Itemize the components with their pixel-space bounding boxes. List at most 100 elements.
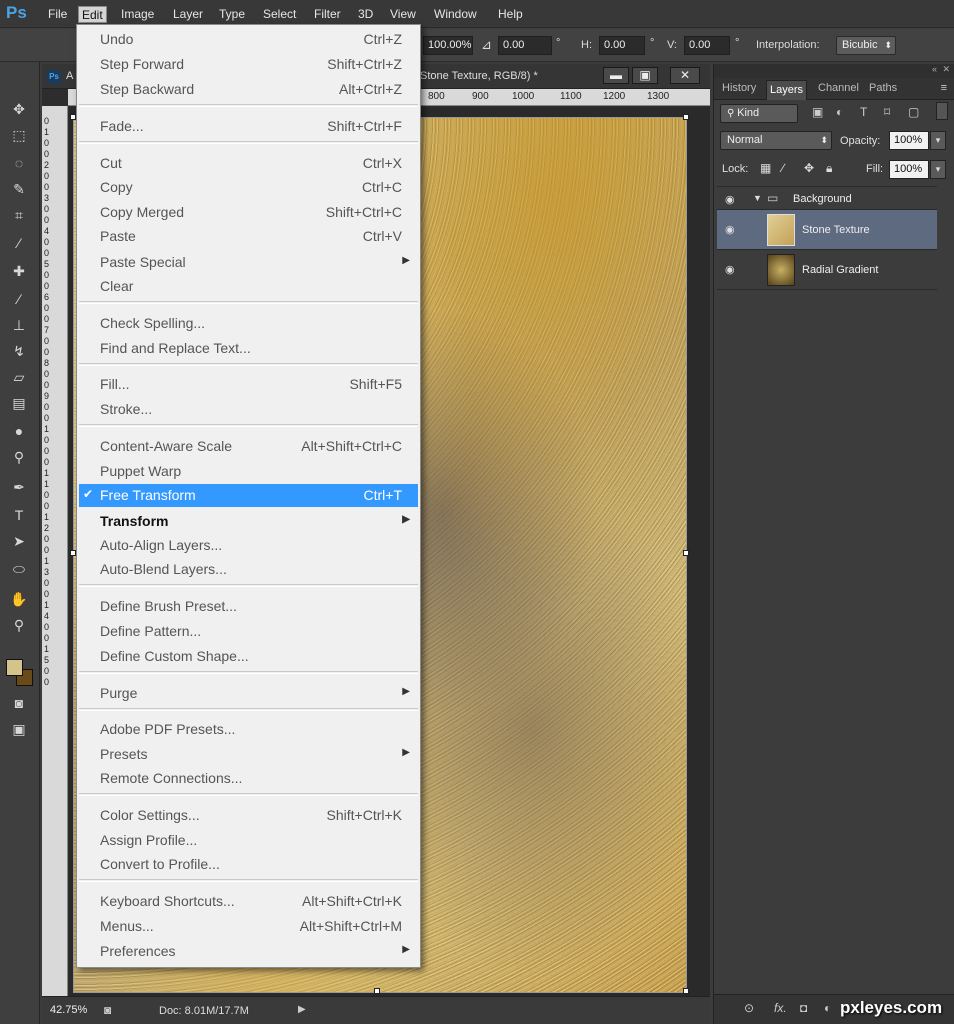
pen-tool-icon[interactable]: ✒ <box>7 476 31 498</box>
eraser-tool-icon[interactable]: ▱ <box>7 366 31 388</box>
collapse-icon[interactable]: « <box>932 64 937 74</box>
menu-window[interactable]: Window <box>431 6 480 23</box>
zoom-tool-icon[interactable]: ⚲ <box>7 614 31 636</box>
quick-mask-icon[interactable]: ◙ <box>7 692 31 714</box>
menu-filter[interactable]: Filter <box>311 6 344 23</box>
menu-item-content-aware-scale[interactable]: Content-Aware Scale Alt+Shift+Ctrl+C <box>79 435 418 458</box>
menu-layer[interactable]: Layer <box>170 6 206 23</box>
layer-group-background[interactable]: ◉ ▼ ▭ Background <box>717 186 937 210</box>
menu-item-copy[interactable]: Copy Ctrl+C <box>79 176 418 199</box>
fill-field[interactable]: 100% <box>889 160 929 179</box>
filter-adjust-icon[interactable]: ◐ <box>836 105 843 119</box>
menu-item-puppet-warp[interactable]: Puppet Warp <box>79 460 418 483</box>
v-skew-field[interactable]: 0.00 <box>684 36 730 55</box>
lock-transparent-icon[interactable]: ▦ <box>760 161 771 175</box>
transform-handle[interactable] <box>683 988 689 994</box>
menu-item-preferences[interactable]: Preferences ▶ <box>79 940 418 963</box>
menu-item-cut[interactable]: Cut Ctrl+X <box>79 152 418 175</box>
history-brush-tool-icon[interactable]: ↯ <box>7 340 31 362</box>
menu-item-define-custom-shape[interactable]: Define Custom Shape... <box>79 645 418 668</box>
interpolation-select[interactable]: Bicubic ⬍ <box>836 36 896 55</box>
close-panel-icon[interactable]: ✕ <box>942 64 950 75</box>
document-title[interactable]: Stone Texture, RGB/8) * <box>420 70 538 82</box>
menu-item-step-forward[interactable]: Step Forward Shift+Ctrl+Z <box>79 53 418 76</box>
tab-channel[interactable]: Channel <box>818 82 859 94</box>
shape-tool-icon[interactable]: ⬭ <box>7 558 31 580</box>
filter-shape-icon[interactable]: ⌑ <box>884 105 890 119</box>
link-layers-icon[interactable]: ⊙ <box>744 1001 754 1015</box>
zoom-level[interactable]: 42.75% <box>50 1004 96 1019</box>
fx-icon[interactable]: fx. <box>774 1001 787 1015</box>
adjustment-layer-icon[interactable]: ◐ <box>824 1001 831 1015</box>
menu-item-auto-align[interactable]: Auto-Align Layers... <box>79 534 418 557</box>
status-info-icon[interactable]: ◙ <box>104 1003 111 1017</box>
visibility-eye-icon[interactable]: ◉ <box>725 223 735 236</box>
path-select-tool-icon[interactable]: ➤ <box>7 530 31 552</box>
quick-select-tool-icon[interactable]: ✎ <box>7 178 31 200</box>
menu-item-keyboard-shortcuts[interactable]: Keyboard Shortcuts... Alt+Shift+Ctrl+K <box>79 890 418 913</box>
opacity-field[interactable]: 100% <box>889 131 929 150</box>
lasso-tool-icon[interactable]: ◌ <box>7 152 31 174</box>
menu-item-menus[interactable]: Menus... Alt+Shift+Ctrl+M <box>79 915 418 938</box>
menu-view[interactable]: View <box>387 6 419 23</box>
marquee-tool-icon[interactable]: ⬚ <box>7 124 31 146</box>
h-skew-field[interactable]: 0.00 <box>599 36 645 55</box>
kind-filter-select[interactable]: ⚲ Kind <box>720 104 798 123</box>
tab-paths[interactable]: Paths <box>869 82 897 94</box>
clone-stamp-tool-icon[interactable]: ⊥ <box>7 314 31 336</box>
screen-mode-icon[interactable]: ▣ <box>7 718 31 740</box>
lock-all-icon[interactable]: 🔒︎ <box>826 161 832 176</box>
lock-position-icon[interactable]: ✥ <box>804 161 814 175</box>
menu-item-fade[interactable]: Fade... Shift+Ctrl+F <box>79 115 418 138</box>
menu-item-clear[interactable]: Clear <box>79 275 418 298</box>
menu-item-remote-connections[interactable]: Remote Connections... <box>79 767 418 790</box>
menu-item-find-replace[interactable]: Find and Replace Text... <box>79 337 418 360</box>
angle-field[interactable]: 0.00 <box>498 36 552 55</box>
transform-handle[interactable] <box>683 550 689 556</box>
transform-handle[interactable] <box>374 988 380 994</box>
menu-item-assign-profile[interactable]: Assign Profile... <box>79 829 418 852</box>
maximize-button[interactable]: ▣ <box>632 67 658 84</box>
menu-item-color-settings[interactable]: Color Settings... Shift+Ctrl+K <box>79 804 418 827</box>
blend-mode-select[interactable]: Normal ⬍ <box>720 131 832 150</box>
move-tool-icon[interactable]: ✥ <box>7 98 31 120</box>
menu-file[interactable]: File <box>45 6 70 23</box>
menu-3d[interactable]: 3D <box>355 6 376 23</box>
fill-dropdown-icon[interactable]: ▾ <box>930 160 946 179</box>
filter-toggle[interactable] <box>936 102 948 120</box>
crop-tool-icon[interactable]: ⌗ <box>7 204 31 226</box>
brush-tool-icon[interactable]: ∕ <box>7 288 31 310</box>
menu-item-auto-blend[interactable]: Auto-Blend Layers... <box>79 558 418 581</box>
menu-item-define-pattern[interactable]: Define Pattern... <box>79 620 418 643</box>
menu-item-paste[interactable]: Paste Ctrl+V <box>79 225 418 248</box>
menu-item-convert-profile[interactable]: Convert to Profile... <box>79 853 418 876</box>
menu-item-fill[interactable]: Fill... Shift+F5 <box>79 373 418 396</box>
filter-smart-icon[interactable]: ▢ <box>908 105 919 119</box>
filter-pixel-icon[interactable]: ▣ <box>812 105 823 119</box>
menu-image[interactable]: Image <box>118 6 157 23</box>
eyedropper-tool-icon[interactable]: ⁄ <box>7 232 31 254</box>
visibility-eye-icon[interactable]: ◉ <box>725 193 735 206</box>
menu-select[interactable]: Select <box>260 6 299 23</box>
tab-history[interactable]: History <box>722 82 756 94</box>
visibility-eye-icon[interactable]: ◉ <box>725 263 735 276</box>
menu-item-stroke[interactable]: Stroke... <box>79 398 418 421</box>
menu-item-copy-merged[interactable]: Copy Merged Shift+Ctrl+C <box>79 201 418 224</box>
menu-item-purge[interactable]: Purge ▶ <box>79 682 418 705</box>
menu-item-define-brush[interactable]: Define Brush Preset... <box>79 595 418 618</box>
add-mask-icon[interactable]: ◘ <box>800 1001 807 1015</box>
type-tool-icon[interactable]: T <box>7 504 31 526</box>
transform-handle[interactable] <box>683 114 689 120</box>
close-button[interactable]: ✕ <box>670 67 700 84</box>
menu-item-step-backward[interactable]: Step Backward Alt+Ctrl+Z <box>79 78 418 101</box>
hand-tool-icon[interactable]: ✋ <box>7 588 31 610</box>
width-percent-field[interactable]: 100.00% <box>423 36 473 55</box>
status-arrow-icon[interactable]: ▶ <box>298 1004 306 1015</box>
layer-radial-gradient[interactable]: ◉ Radial Gradient <box>717 250 937 290</box>
menu-edit[interactable]: Edit <box>78 6 107 23</box>
gradient-tool-icon[interactable]: ▤ <box>7 392 31 414</box>
menu-item-free-transform[interactable]: ✔ Free Transform Ctrl+T <box>79 484 418 507</box>
menu-type[interactable]: Type <box>216 6 248 23</box>
minimize-button[interactable]: ▬ <box>603 67 629 84</box>
doc-tab-prefix[interactable]: A <box>66 70 73 82</box>
